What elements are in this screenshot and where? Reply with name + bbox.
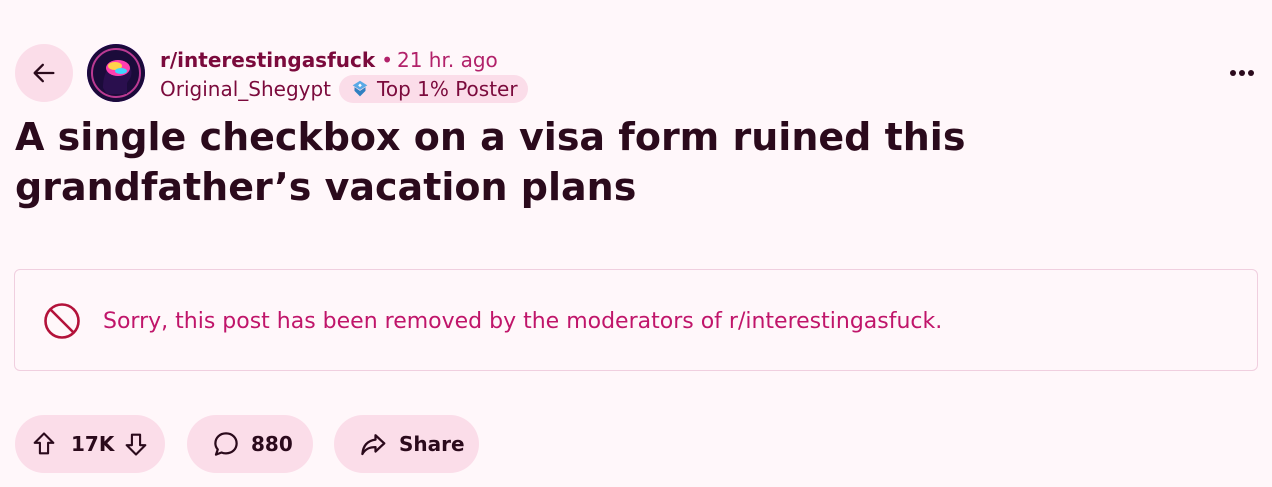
downvote-button[interactable] [121,429,151,459]
vote-count: 17K [71,432,115,456]
post-title: A single checkbox on a visa form ruined … [15,115,966,209]
share-label: Share [399,432,465,456]
post-time: 21 hr. ago [396,48,498,72]
more-options-button[interactable] [1222,58,1262,88]
post-meta: r/interestingasfuck • 21 hr. ago [160,47,498,73]
removed-message: Sorry, this post has been removed by the… [103,309,943,334]
more-horizontal-icon [1230,70,1254,76]
ban-icon [44,303,80,339]
flair-label: Top 1% Poster [377,77,518,101]
arrow-down-icon [125,433,147,456]
speech-bubble-icon [214,432,238,456]
arrow-up-icon [33,432,55,455]
share-button[interactable]: Share [334,415,479,473]
share-arrow-icon [361,434,386,456]
vote-control: 17K [15,415,165,473]
subreddit-link[interactable]: r/interestingasfuck [160,48,375,72]
post-page: r/interestingasfuck • 21 hr. ago Original_… [0,0,1272,487]
arrow-left-icon [33,63,55,83]
back-button[interactable] [15,44,73,102]
author-link[interactable]: Original_Shegypt [160,77,331,101]
removed-notice: Sorry, this post has been removed by the… [14,269,1258,371]
author-line: Original_Shegypt Top 1% Poster [160,75,528,103]
user-flair: Top 1% Poster [339,75,528,103]
comment-count: 880 [251,432,293,456]
upvote-button[interactable] [29,429,59,459]
subreddit-avatar[interactable] [87,44,145,102]
meta-separator: • [381,48,393,72]
subreddit-avatar-image [87,44,145,102]
top-poster-badge-icon [352,80,368,97]
comments-button[interactable]: 880 [187,415,313,473]
